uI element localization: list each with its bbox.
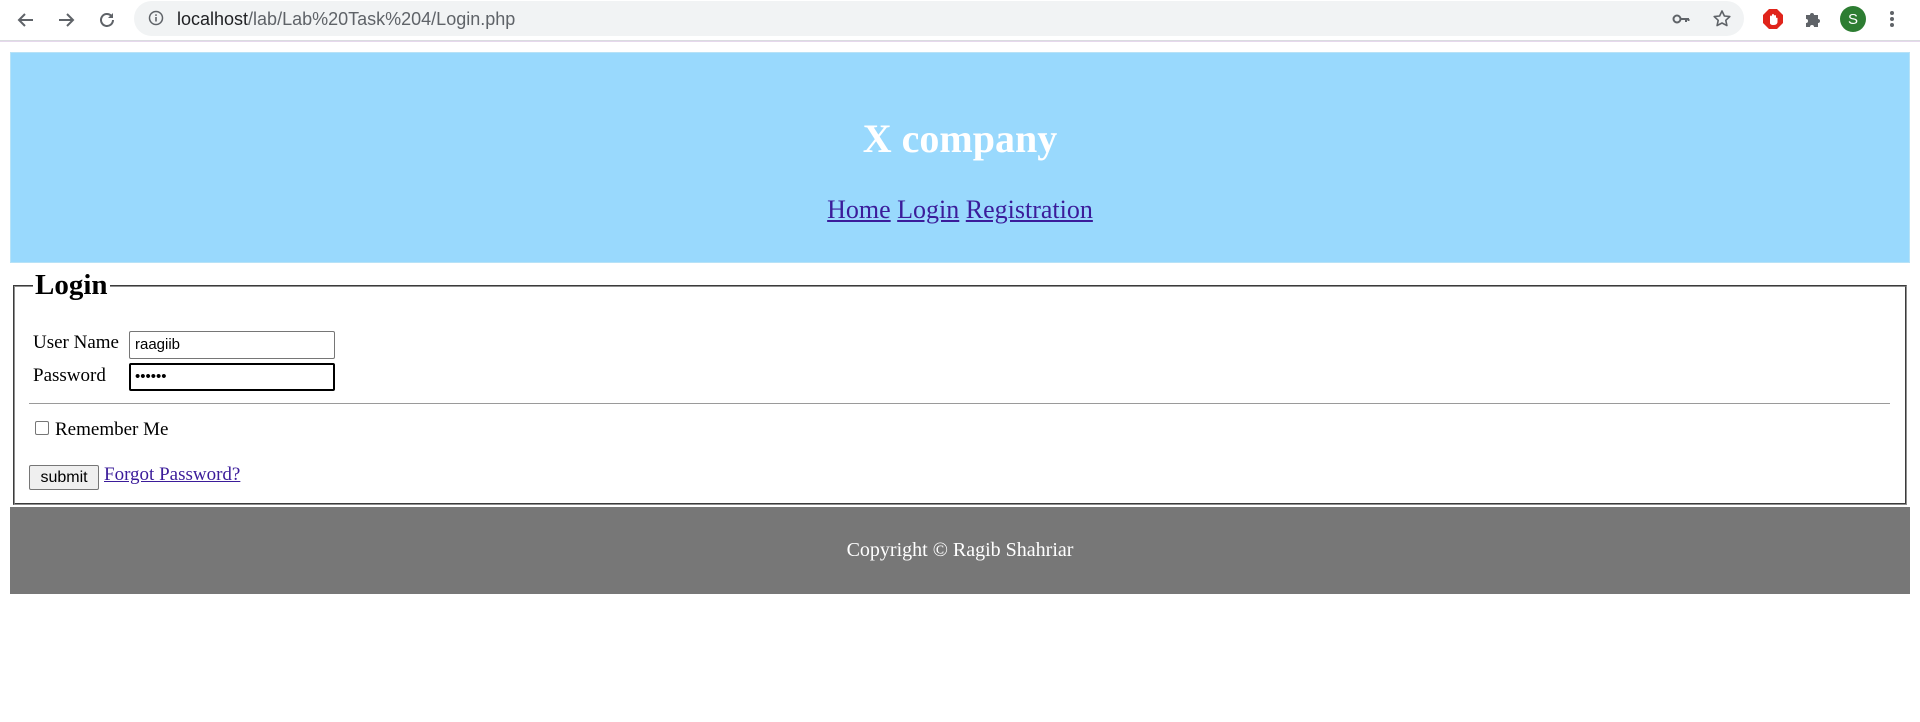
- forward-button[interactable]: [51, 5, 81, 35]
- profile-button[interactable]: S: [1839, 5, 1867, 33]
- form-divider: [29, 403, 1890, 404]
- back-button[interactable]: [11, 5, 41, 35]
- nav-link-registration[interactable]: Registration: [966, 195, 1093, 224]
- site-footer: Copyright © Ragib Shahriar: [10, 507, 1910, 594]
- reload-button[interactable]: [92, 5, 122, 35]
- adblock-extension-button[interactable]: [1759, 5, 1787, 33]
- extensions-puzzle-icon: [1806, 13, 1820, 27]
- forward-arrow-icon: [59, 13, 75, 27]
- login-legend: Login: [35, 269, 108, 301]
- password-label: Password: [33, 365, 106, 386]
- password-input[interactable]: ••••••: [129, 363, 335, 391]
- username-label: User Name: [33, 332, 119, 353]
- back-arrow-icon: [17, 13, 33, 27]
- username-input[interactable]: raagiib: [129, 331, 335, 359]
- star-icon[interactable]: [1712, 9, 1732, 29]
- nav-link-home[interactable]: Home: [827, 195, 891, 224]
- key-icon[interactable]: [1671, 9, 1691, 29]
- forgot-password-link[interactable]: Forgot Password?: [104, 464, 240, 486]
- url-path: /lab/Lab%20Task%204/Login.php: [248, 9, 516, 29]
- browser-menu-button[interactable]: [1878, 5, 1906, 33]
- nav-link-login[interactable]: Login: [897, 195, 959, 224]
- kebab-menu-icon: [1890, 11, 1894, 27]
- site-nav: Home Login Registration: [11, 197, 1909, 223]
- extensions-button[interactable]: [1799, 5, 1827, 33]
- remember-me-label[interactable]: Remember Me: [55, 419, 168, 441]
- chrome-divider: [0, 41, 1920, 42]
- info-icon[interactable]: [148, 10, 164, 26]
- url-host: localhost: [177, 9, 249, 29]
- site-header: X company Home Login Registration: [10, 52, 1910, 263]
- reload-icon: [100, 13, 114, 27]
- company-title: X company: [862, 116, 1058, 161]
- adblock-icon: [1763, 9, 1783, 29]
- remember-me-checkbox[interactable]: [35, 421, 49, 435]
- copyright-text: Copyright © Ragib Shahriar: [846, 539, 1074, 561]
- address-bar[interactable]: localhost/lab/Lab%20Task%204/Login.php: [134, 1, 1744, 36]
- url-text[interactable]: localhost/lab/Lab%20Task%204/Login.php: [177, 9, 515, 30]
- submit-button[interactable]: submit: [29, 465, 99, 490]
- avatar: S: [1840, 6, 1866, 32]
- browser-toolbar: localhost/lab/Lab%20Task%204/Login.php S: [0, 0, 1920, 41]
